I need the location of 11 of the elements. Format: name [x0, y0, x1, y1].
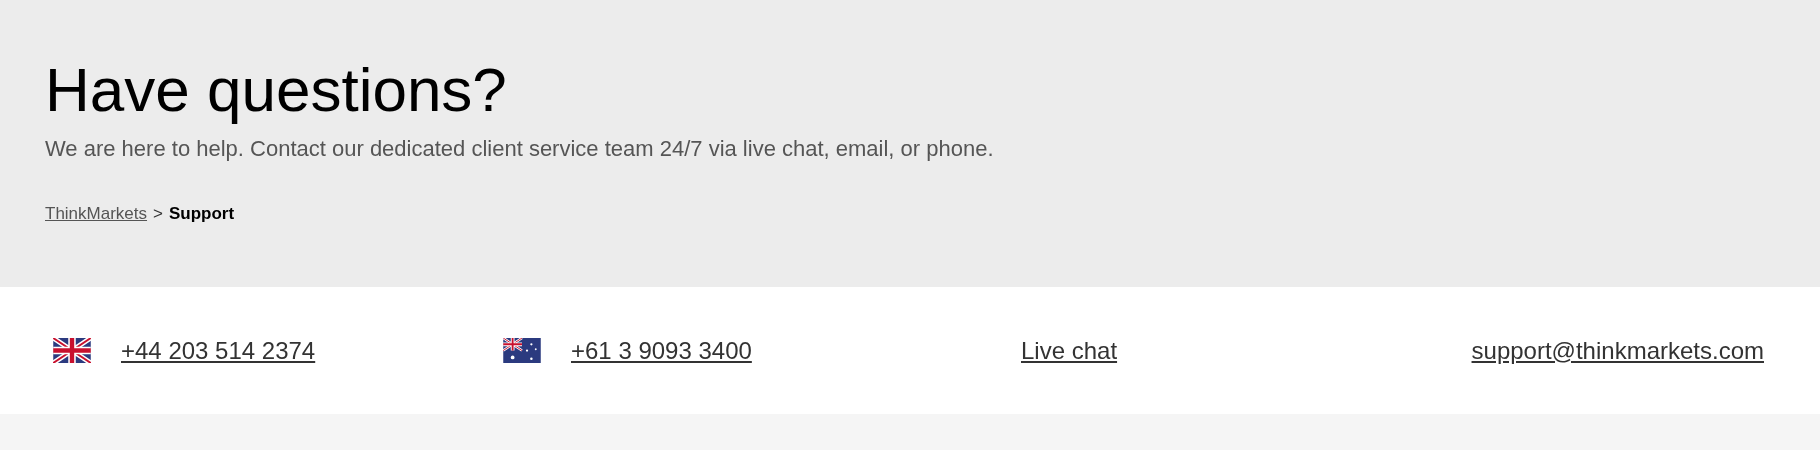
contact-link[interactable]: support@thinkmarkets.com [1471, 332, 1764, 369]
breadcrumb-current: Support [168, 203, 235, 225]
phone-link[interactable]: +44 203 514 2374 [121, 332, 316, 369]
flag-icon [53, 338, 91, 363]
breadcrumb-link[interactable]: ThinkMarkets [45, 201, 148, 227]
phone-link[interactable]: +61 3 9093 3400 [571, 332, 752, 369]
flag-icon [503, 338, 541, 363]
contact-link[interactable]: Live chat [1021, 332, 1118, 369]
breadcrumb-separator: > [153, 203, 163, 225]
page-title: Have questions? [45, 54, 507, 126]
page-subtitle: We are here to help. Contact our dedicated client service team 24/7 via live chat, email, or phone. [45, 135, 994, 163]
